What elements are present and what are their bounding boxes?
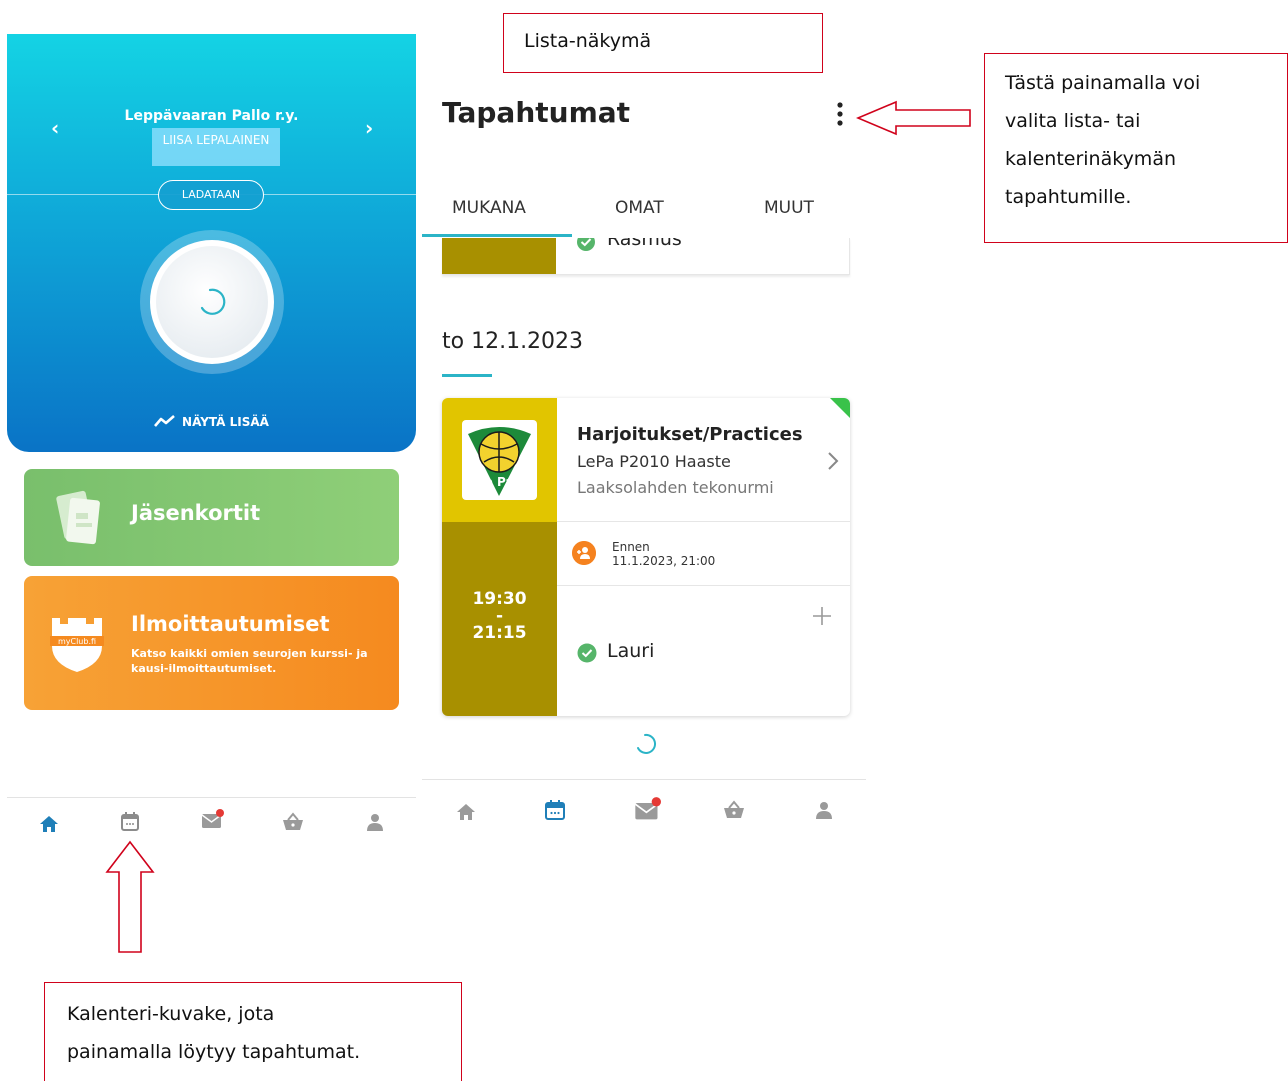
- loading-button[interactable]: LADATAAN: [158, 180, 264, 210]
- cards-icon: [56, 490, 100, 545]
- annotation-menu-hint: Tästä painamalla voi valita lista- tai k…: [984, 53, 1288, 243]
- annotation-list-view: Lista-näkymä: [503, 13, 823, 73]
- user-name: LIISA LEPALAINEN: [152, 128, 280, 166]
- show-more-link[interactable]: NÄYTÄ LISÄÄ: [7, 414, 416, 429]
- event-time: 19:30 - 21:15: [442, 591, 557, 642]
- profile-icon[interactable]: [363, 810, 387, 834]
- check-icon: [577, 643, 597, 663]
- more-options-icon[interactable]: [832, 100, 848, 128]
- tab-omat[interactable]: OMAT: [615, 198, 664, 218]
- club-name: Leppävaaran Pallo r.y.: [124, 108, 299, 124]
- spinner-icon: [637, 733, 657, 754]
- arrow-left-icon: [856, 100, 971, 136]
- event-title: Harjoitukset/Practices: [577, 424, 803, 445]
- home-icon[interactable]: [454, 800, 478, 824]
- show-more-label: NÄYTÄ LISÄÄ: [182, 415, 269, 429]
- spinner-icon: [200, 288, 226, 315]
- tab-muut[interactable]: MUUT: [764, 198, 814, 218]
- membership-circle[interactable]: [150, 240, 274, 364]
- event-card[interactable]: Le Pa Harjoitukset/Practices LePa P2010 …: [442, 398, 850, 716]
- participant-name: Rasmus: [607, 238, 682, 250]
- deadline-text: Ennen 11.1.2023, 21:00: [612, 540, 715, 568]
- deadline-label: Ennen: [612, 540, 650, 554]
- event-location: Laaksolahden tekonurmi: [577, 478, 774, 497]
- previous-event-card[interactable]: Rasmus: [442, 238, 850, 275]
- registrations-title: Ilmoittautumiset: [131, 612, 330, 636]
- status-corner: [830, 398, 850, 418]
- date-underline: [442, 374, 492, 377]
- arrow-up-icon: [105, 840, 155, 953]
- end-time: 21:15: [472, 623, 527, 643]
- page-title: Tapahtumat: [442, 96, 631, 129]
- profile-icon[interactable]: [812, 798, 836, 822]
- participant-name: Lauri: [607, 640, 655, 662]
- mail-icon[interactable]: [200, 808, 224, 832]
- club-header-card: ‹ › Leppävaaran Pallo r.y. LIISA LEPALAI…: [7, 34, 416, 452]
- basket-icon[interactable]: [281, 810, 305, 834]
- svg-text:Le Pa: Le Pa: [477, 475, 514, 489]
- date-heading: to 12.1.2023: [442, 329, 584, 354]
- crest-icon: myClub.fi: [50, 618, 104, 672]
- calendar-icon[interactable]: [118, 810, 142, 834]
- bottom-nav: [7, 797, 416, 858]
- crest-text: myClub.fi: [58, 637, 96, 646]
- annotation-calendar-hint: Kalenteri-kuvake, jota painamalla löytyy…: [44, 982, 462, 1081]
- membership-cards-title: Jäsenkortit: [131, 501, 261, 525]
- tab-bar: MUKANA OMAT MUUT: [422, 190, 866, 238]
- chevron-right-icon[interactable]: [826, 450, 840, 472]
- check-icon: [577, 238, 595, 251]
- add-icon[interactable]: [812, 606, 832, 626]
- calendar-icon[interactable]: [543, 798, 567, 822]
- registrations-subtitle: Katso kaikki omien seurojen kurssi- ja k…: [131, 647, 368, 675]
- tab-mukana[interactable]: MUKANA: [452, 198, 526, 218]
- deadline-value: 11.1.2023, 21:00: [612, 554, 716, 568]
- active-tab-indicator: [422, 234, 572, 237]
- membership-cards-tile[interactable]: Jäsenkortit: [24, 469, 399, 566]
- deadline-icon: [572, 541, 596, 565]
- trend-icon: [154, 415, 175, 427]
- mail-icon[interactable]: [633, 796, 661, 824]
- bottom-nav: [422, 779, 866, 840]
- registrations-tile[interactable]: myClub.fi Ilmoittautumiset Katso kaikki …: [24, 576, 399, 710]
- basket-icon[interactable]: [722, 798, 746, 822]
- club-logo: Le Pa: [462, 420, 537, 500]
- event-team: LePa P2010 Haaste: [577, 452, 731, 471]
- home-icon[interactable]: [37, 812, 61, 836]
